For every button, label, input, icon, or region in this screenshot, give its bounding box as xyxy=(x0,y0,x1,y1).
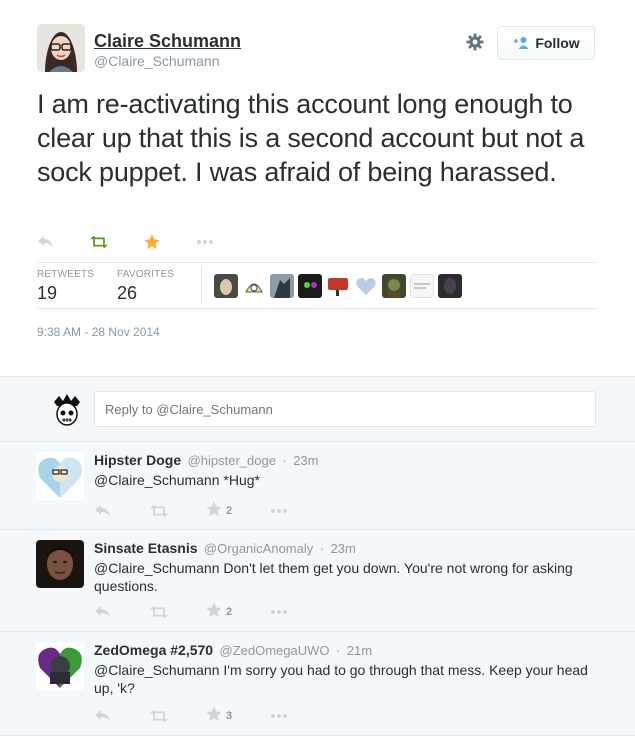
avatar[interactable] xyxy=(298,274,322,298)
reply-tweet[interactable]: ZedOmega #2,570 @ZedOmegaUWO · 21m @Clai… xyxy=(0,632,635,736)
reply-time[interactable]: 23m xyxy=(293,453,318,468)
reply-icon[interactable] xyxy=(94,502,112,520)
reply-time[interactable]: 21m xyxy=(347,643,372,658)
favorite-button[interactable]: 2 xyxy=(206,602,232,623)
favorite-count: 2 xyxy=(226,505,233,517)
reply-text: @Claire_Schumann I'm sorry you had to go… xyxy=(94,662,588,696)
divider xyxy=(37,262,596,263)
more-icon[interactable] xyxy=(196,233,214,251)
tweet-timestamp[interactable]: 9:38 AM - 28 Nov 2014 xyxy=(37,325,160,339)
reply-tweet[interactable]: Hipster Doge @hipster_doge · 23m @Claire… xyxy=(0,442,635,530)
reply-actions: 2 xyxy=(94,501,326,522)
reply-author-name[interactable]: ZedOmega #2,570 xyxy=(94,642,213,658)
favorites-stat[interactable]: FAVORITES 26 xyxy=(117,269,174,304)
reply-author-name[interactable]: Sinsate Etasnis xyxy=(94,540,198,556)
reply-icon[interactable] xyxy=(94,603,112,621)
gear-icon[interactable] xyxy=(466,33,484,51)
reply-actions: 3 xyxy=(94,706,326,727)
favorite-icon[interactable] xyxy=(143,233,161,251)
favorite-count: 3 xyxy=(226,710,233,722)
favorite-button[interactable]: 3 xyxy=(206,706,232,727)
tweet-actions xyxy=(37,232,249,252)
more-icon[interactable] xyxy=(270,502,288,520)
reply-author-handle[interactable]: @hipster_doge xyxy=(188,453,276,468)
reply-icon[interactable] xyxy=(37,233,55,251)
more-icon[interactable] xyxy=(270,603,288,621)
avatar[interactable] xyxy=(410,274,434,298)
avatar[interactable] xyxy=(354,274,378,298)
avatar[interactable] xyxy=(36,540,84,588)
avatar[interactable] xyxy=(270,274,294,298)
retweet-icon[interactable] xyxy=(90,233,108,251)
avatar[interactable] xyxy=(36,642,84,690)
reply-actions: 2 xyxy=(94,602,326,623)
avatar[interactable] xyxy=(326,274,350,298)
retweets-count: 19 xyxy=(37,283,58,303)
favorite-count: 2 xyxy=(226,606,233,618)
retweet-icon[interactable] xyxy=(150,502,168,520)
separator: · xyxy=(319,541,325,556)
favorite-icon xyxy=(206,501,222,522)
avatar[interactable] xyxy=(214,274,238,298)
reply-tweet[interactable]: Sinsate Etasnis @OrganicAnomaly · 23m @C… xyxy=(0,530,635,632)
current-user-avatar xyxy=(50,392,84,430)
more-icon[interactable] xyxy=(270,707,288,725)
reply-time[interactable]: 23m xyxy=(331,541,356,556)
separator: · xyxy=(335,643,341,658)
favorites-label: FAVORITES xyxy=(117,269,175,280)
favoriter-avatars xyxy=(214,274,462,298)
reply-input[interactable] xyxy=(94,391,596,427)
follow-button[interactable]: Follow xyxy=(497,26,595,60)
retweets-label: RETWEETS xyxy=(37,269,95,280)
favorite-icon xyxy=(206,706,222,727)
author-avatar[interactable] xyxy=(37,24,85,72)
favorites-count: 26 xyxy=(117,283,138,303)
retweets-stat[interactable]: RETWEETS 19 xyxy=(37,269,94,304)
reply-header: Hipster Doge @hipster_doge · 23m xyxy=(94,452,319,470)
main-tweet: Claire Schumann @Claire_Schumann Follow … xyxy=(0,0,635,376)
tweet-text: I am re-activating this account long eno… xyxy=(37,89,585,187)
reply-header: ZedOmega #2,570 @ZedOmegaUWO · 21m xyxy=(94,642,372,660)
reply-text: @Claire_Schumann *Hug* xyxy=(94,472,260,488)
divider xyxy=(201,266,202,304)
reply-author-handle[interactable]: @OrganicAnomaly xyxy=(204,541,313,556)
reply-header: Sinsate Etasnis @OrganicAnomaly · 23m xyxy=(94,540,356,558)
avatar[interactable] xyxy=(382,274,406,298)
retweet-icon[interactable] xyxy=(150,707,168,725)
avatar[interactable] xyxy=(36,452,84,500)
avatar[interactable] xyxy=(438,274,462,298)
divider xyxy=(37,308,596,309)
favorite-icon xyxy=(206,602,222,623)
retweet-icon[interactable] xyxy=(150,603,168,621)
separator: · xyxy=(282,453,287,468)
favorite-button[interactable]: 2 xyxy=(206,501,232,522)
follow-person-icon xyxy=(512,36,530,50)
author-name[interactable]: Claire Schumann xyxy=(94,31,241,52)
reply-author-handle[interactable]: @ZedOmegaUWO xyxy=(220,643,330,658)
reply-composer xyxy=(0,376,635,442)
reply-text: @Claire_Schumann Don't let them get you … xyxy=(94,560,573,594)
reply-icon[interactable] xyxy=(94,707,112,725)
follow-button-label: Follow xyxy=(535,35,580,51)
author-handle[interactable]: @Claire_Schumann xyxy=(94,53,220,69)
reply-author-name[interactable]: Hipster Doge xyxy=(94,452,181,468)
avatar[interactable] xyxy=(242,274,266,298)
